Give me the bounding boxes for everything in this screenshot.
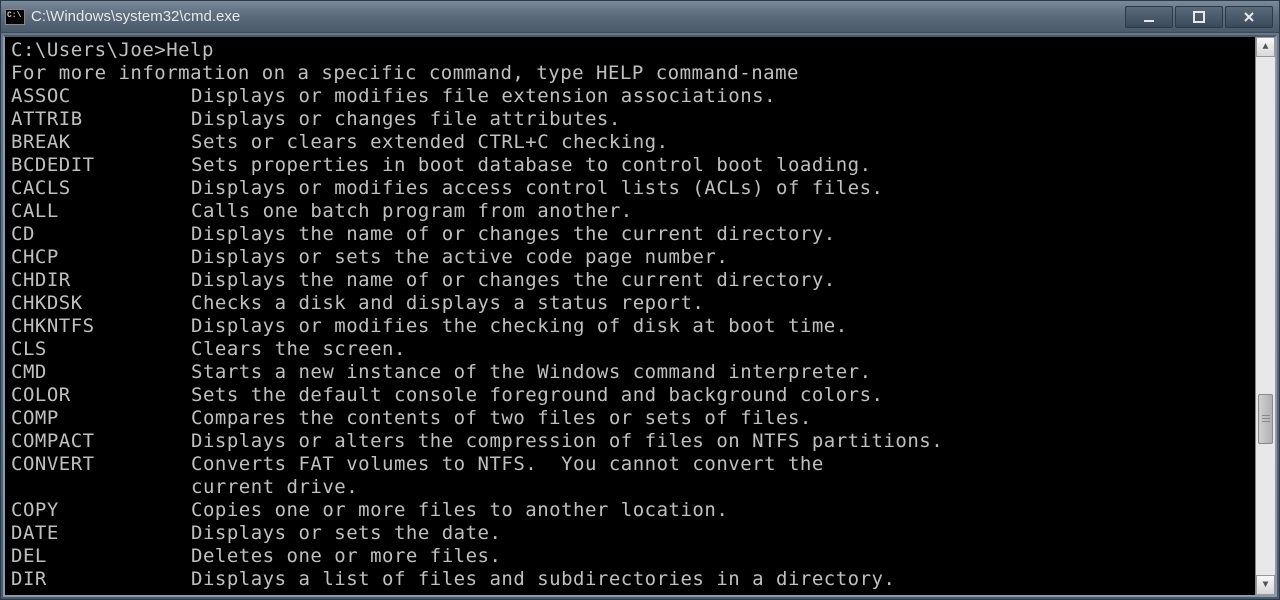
console-area: C:\Users\Joe>Help For more information o… xyxy=(3,35,1277,597)
command-description: Starts a new instance of the Windows com… xyxy=(191,361,872,384)
help-row: CALLCalls one batch program from another… xyxy=(11,200,1249,223)
help-row: current drive. xyxy=(11,476,1249,499)
command-description: current drive. xyxy=(191,476,358,499)
cmd-icon xyxy=(5,9,25,25)
command-name: CALL xyxy=(11,200,191,223)
command-description: Displays or modifies the checking of dis… xyxy=(191,315,848,338)
minimize-icon xyxy=(1142,10,1156,24)
command-name: ATTRIB xyxy=(11,108,191,131)
command-name: CHKNTFS xyxy=(11,315,191,338)
command-description: Displays or modifies file extension asso… xyxy=(191,85,776,108)
chevron-down-icon: ▼ xyxy=(1262,580,1268,591)
help-row: BREAKSets or clears extended CTRL+C chec… xyxy=(11,131,1249,154)
help-row: CDDisplays the name of or changes the cu… xyxy=(11,223,1249,246)
scroll-thumb[interactable] xyxy=(1258,394,1273,444)
command-name: CD xyxy=(11,223,191,246)
close-icon xyxy=(1242,10,1256,24)
command-description: Displays the name of or changes the curr… xyxy=(191,269,836,292)
command-name: CONVERT xyxy=(11,453,191,476)
help-row: COMPCompares the contents of two files o… xyxy=(11,407,1249,430)
help-row: CHKNTFSDisplays or modifies the checking… xyxy=(11,315,1249,338)
scroll-up-button[interactable]: ▲ xyxy=(1256,37,1275,57)
help-row: COLORSets the default console foreground… xyxy=(11,384,1249,407)
command-name: COMP xyxy=(11,407,191,430)
command-description: Calls one batch program from another. xyxy=(191,200,633,223)
help-row: CHKDSKChecks a disk and displays a statu… xyxy=(11,292,1249,315)
prompt-text: C:\Users\Joe> xyxy=(11,39,166,61)
command-description: Clears the screen. xyxy=(191,338,406,361)
help-row: CHDIRDisplays the name of or changes the… xyxy=(11,269,1249,292)
help-row: DELDeletes one or more files. xyxy=(11,545,1249,568)
command-name: CHKDSK xyxy=(11,292,191,315)
window-controls xyxy=(1125,6,1273,28)
command-description: Compares the contents of two files or se… xyxy=(191,407,812,430)
command-description: Displays or alters the compression of fi… xyxy=(191,430,943,453)
command-name: CACLS xyxy=(11,177,191,200)
scroll-down-button[interactable]: ▼ xyxy=(1256,575,1275,595)
help-row: ATTRIBDisplays or changes file attribute… xyxy=(11,108,1249,131)
help-row: CHCPDisplays or sets the active code pag… xyxy=(11,246,1249,269)
help-intro: For more information on a specific comma… xyxy=(11,62,799,84)
help-row: CLSClears the screen. xyxy=(11,338,1249,361)
help-row: DIRDisplays a list of files and subdirec… xyxy=(11,568,1249,591)
command-name: BREAK xyxy=(11,131,191,154)
command-description: Displays or modifies access control list… xyxy=(191,177,883,200)
vertical-scrollbar[interactable]: ▲ ▼ xyxy=(1255,37,1275,595)
command-name: BCDEDIT xyxy=(11,154,191,177)
help-row: CACLSDisplays or modifies access control… xyxy=(11,177,1249,200)
maximize-icon xyxy=(1192,10,1206,24)
command-description: Sets the default console foreground and … xyxy=(191,384,883,407)
help-row: COPYCopies one or more files to another … xyxy=(11,499,1249,522)
command-description: Converts FAT volumes to NTFS. You cannot… xyxy=(191,453,824,476)
chevron-up-icon: ▲ xyxy=(1262,42,1268,53)
help-row: CMDStarts a new instance of the Windows … xyxy=(11,361,1249,384)
command-name: COMPACT xyxy=(11,430,191,453)
command-name: CHCP xyxy=(11,246,191,269)
minimize-button[interactable] xyxy=(1125,6,1173,28)
maximize-button[interactable] xyxy=(1175,6,1223,28)
command-name: CLS xyxy=(11,338,191,361)
command-name: DATE xyxy=(11,522,191,545)
command-description: Displays or changes file attributes. xyxy=(191,108,621,131)
scroll-track[interactable] xyxy=(1256,57,1275,575)
help-row: COMPACTDisplays or alters the compressio… xyxy=(11,430,1249,453)
command-name: CMD xyxy=(11,361,191,384)
command-name xyxy=(11,476,191,499)
help-row: DATEDisplays or sets the date. xyxy=(11,522,1249,545)
command-description: Sets properties in boot database to cont… xyxy=(191,154,872,177)
command-name: ASSOC xyxy=(11,85,191,108)
help-row: BCDEDITSets properties in boot database … xyxy=(11,154,1249,177)
command-description: Sets or clears extended CTRL+C checking. xyxy=(191,131,669,154)
close-button[interactable] xyxy=(1225,6,1273,28)
command-name: COPY xyxy=(11,499,191,522)
titlebar[interactable]: C:\Windows\system32\cmd.exe xyxy=(1,1,1279,33)
command-description: Displays or sets the active code page nu… xyxy=(191,246,728,269)
command-description: Deletes one or more files. xyxy=(191,545,501,568)
command-name: DEL xyxy=(11,545,191,568)
command-name: DIR xyxy=(11,568,191,591)
command-name: CHDIR xyxy=(11,269,191,292)
command-description: Displays or sets the date. xyxy=(191,522,501,545)
command-description: Checks a disk and displays a status repo… xyxy=(191,292,704,315)
command-description: Copies one or more files to another loca… xyxy=(191,499,728,522)
console-output[interactable]: C:\Users\Joe>Help For more information o… xyxy=(5,37,1255,595)
help-row: ASSOCDisplays or modifies file extension… xyxy=(11,85,1249,108)
typed-command: Help xyxy=(166,39,214,61)
command-description: Displays the name of or changes the curr… xyxy=(191,223,836,246)
cmd-window: C:\Windows\system32\cmd.exe C:\Users\Joe… xyxy=(0,0,1280,600)
command-name: COLOR xyxy=(11,384,191,407)
command-description: Displays a list of files and subdirector… xyxy=(191,568,895,591)
help-row: CONVERTConverts FAT volumes to NTFS. You… xyxy=(11,453,1249,476)
window-title: C:\Windows\system32\cmd.exe xyxy=(31,8,1125,25)
